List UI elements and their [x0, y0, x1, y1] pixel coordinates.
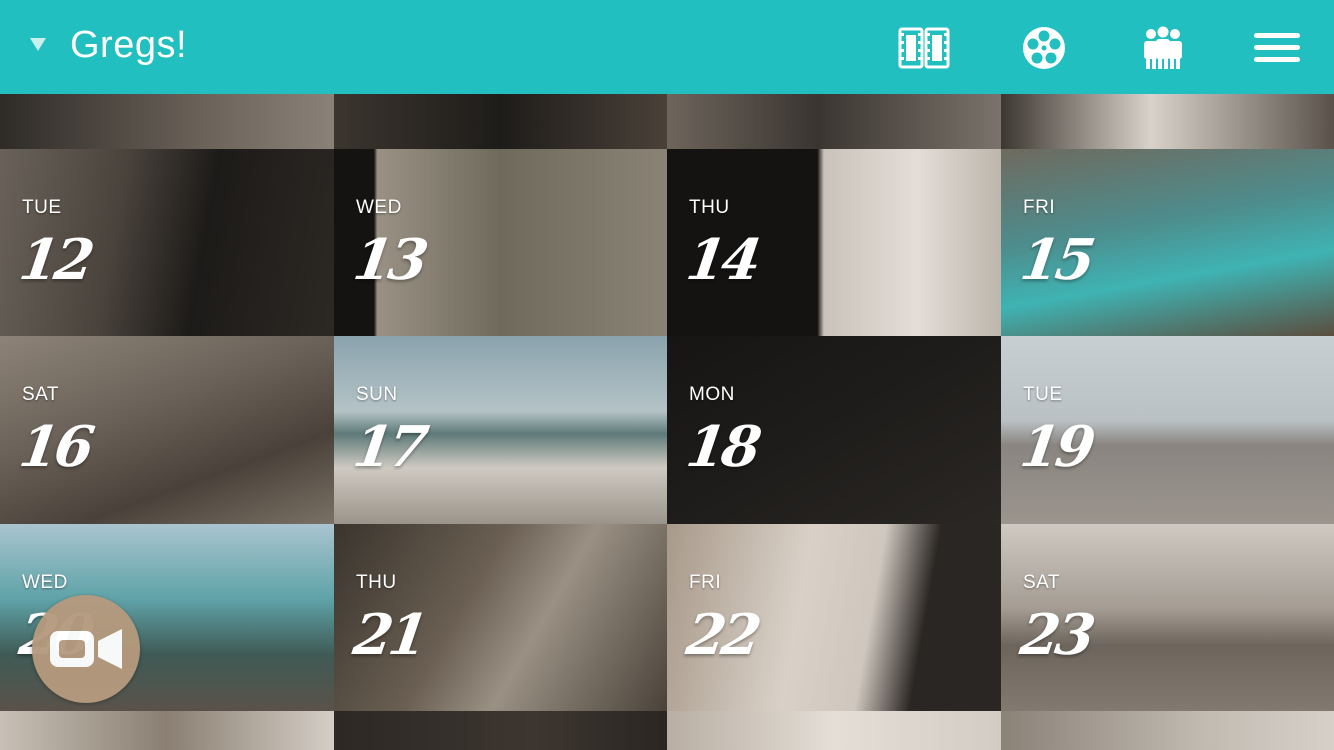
day-of-week: THU — [689, 197, 730, 218]
day-tile[interactable]: SUN 17 — [334, 336, 667, 524]
day-tile[interactable]: TUE 19 — [1001, 336, 1334, 524]
album-title[interactable]: Gregs! — [70, 24, 187, 67]
day-tile-partial[interactable] — [0, 711, 334, 750]
top-bar: Gregs! — [0, 0, 1334, 94]
day-number: 23 — [1016, 602, 1096, 668]
day-of-week: WED — [356, 197, 402, 218]
day-number: 17 — [349, 414, 429, 480]
day-number: 21 — [349, 602, 429, 668]
day-tile[interactable]: SAT 16 — [0, 336, 334, 524]
group-icon[interactable] — [1136, 24, 1190, 72]
day-of-week: MON — [689, 384, 735, 405]
day-of-week: SUN — [356, 384, 398, 405]
day-number: 15 — [1016, 227, 1096, 293]
day-tile-partial[interactable] — [334, 94, 667, 149]
hamburger-menu-icon[interactable] — [1250, 24, 1304, 72]
day-tile[interactable]: SAT 23 — [1001, 524, 1334, 711]
day-tile[interactable]: MON 18 — [667, 336, 1001, 524]
video-camera-icon — [50, 629, 122, 669]
day-tile[interactable]: FRI 22 — [667, 524, 1001, 711]
day-number: 13 — [349, 227, 429, 293]
film-strip-icon[interactable] — [897, 24, 951, 72]
day-tile[interactable]: FRI 15 — [1001, 149, 1334, 336]
day-tile-partial[interactable] — [0, 94, 334, 149]
day-tile[interactable]: TUE 12 — [0, 149, 334, 336]
day-of-week: WED — [22, 572, 68, 593]
day-number: 16 — [15, 414, 95, 480]
day-number: 18 — [682, 414, 762, 480]
day-tile-partial[interactable] — [1001, 711, 1334, 750]
day-tile-partial[interactable] — [667, 711, 1001, 750]
day-of-week: FRI — [689, 572, 722, 593]
day-of-week: TUE — [1023, 384, 1063, 405]
day-number: 14 — [682, 227, 762, 293]
day-number: 22 — [682, 602, 762, 668]
day-tile-partial[interactable] — [667, 94, 1001, 149]
film-reel-icon[interactable] — [1017, 24, 1071, 72]
day-number: 19 — [1016, 414, 1096, 480]
calendar-grid: TUE 12 WED 13 THU 14 FRI 15 SAT 16 SUN 1… — [0, 0, 1334, 750]
day-tile[interactable]: THU 14 — [667, 149, 1001, 336]
day-of-week: THU — [356, 572, 397, 593]
day-tile[interactable]: THU 21 — [334, 524, 667, 711]
day-number: 12 — [15, 227, 95, 293]
record-video-button[interactable] — [32, 595, 140, 703]
day-tile-partial[interactable] — [334, 711, 667, 750]
day-tile[interactable]: WED 13 — [334, 149, 667, 336]
caret-down-icon[interactable] — [30, 38, 46, 51]
day-tile-partial[interactable] — [1001, 94, 1334, 149]
day-of-week: FRI — [1023, 197, 1056, 218]
day-of-week: SAT — [1023, 572, 1061, 593]
day-of-week: TUE — [22, 197, 62, 218]
day-of-week: SAT — [22, 384, 60, 405]
